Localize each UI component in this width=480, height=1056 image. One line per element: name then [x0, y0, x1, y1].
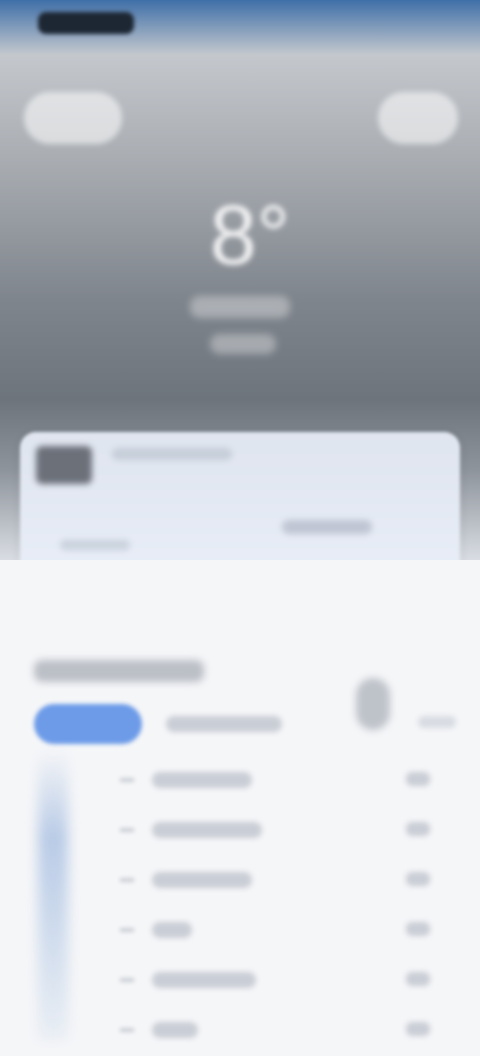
- row-dash: [120, 828, 134, 832]
- row-label: [152, 972, 256, 988]
- forecast-tabs: [0, 678, 480, 750]
- row-value: [406, 872, 430, 886]
- status-bar: [0, 0, 480, 44]
- row-dash: [120, 928, 134, 932]
- location-button[interactable]: [24, 92, 122, 144]
- status-time: [38, 12, 134, 34]
- forecast-row[interactable]: [0, 756, 480, 806]
- row-value: [406, 972, 430, 986]
- temperature-range: [210, 334, 276, 354]
- forecast-row[interactable]: [0, 1006, 480, 1056]
- alert-caption: [60, 540, 130, 550]
- alert-title: [112, 448, 232, 460]
- section-title: [34, 660, 204, 682]
- menu-button[interactable]: [378, 92, 458, 144]
- forecast-panel: [0, 600, 480, 1040]
- row-label: [152, 822, 262, 838]
- tab-secondary[interactable]: [166, 716, 282, 732]
- weather-alert-card[interactable]: [20, 432, 460, 560]
- tab-active[interactable]: [34, 704, 142, 744]
- forecast-row[interactable]: [0, 856, 480, 906]
- current-condition: [190, 296, 290, 318]
- tab-more[interactable]: [418, 716, 456, 728]
- forecast-row[interactable]: [0, 956, 480, 1006]
- forecast-row[interactable]: [0, 906, 480, 956]
- row-dash: [120, 1028, 134, 1032]
- row-value: [406, 822, 430, 836]
- current-temperature: 8°: [209, 188, 291, 282]
- weather-header-background: 8°: [0, 0, 480, 560]
- row-value: [406, 922, 430, 936]
- forecast-row[interactable]: [0, 806, 480, 856]
- row-label: [152, 872, 252, 888]
- row-value: [406, 1022, 430, 1036]
- row-dash: [120, 778, 134, 782]
- alert-action[interactable]: [282, 520, 372, 534]
- row-label: [152, 1022, 198, 1038]
- row-dash: [120, 978, 134, 982]
- row-label: [152, 922, 192, 938]
- row-dash: [120, 878, 134, 882]
- row-value: [406, 772, 430, 786]
- tab-icon[interactable]: [356, 678, 390, 730]
- alert-thumbnail: [36, 446, 92, 484]
- row-label: [152, 772, 252, 788]
